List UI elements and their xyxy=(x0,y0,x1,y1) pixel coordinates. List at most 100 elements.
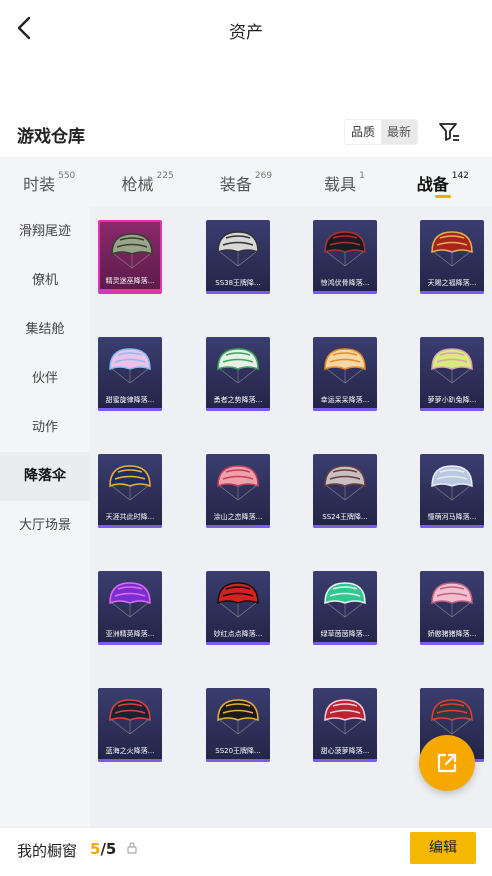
parachute-card[interactable]: 蓝海之火降落... xyxy=(98,688,162,762)
tab-label: 战备 xyxy=(416,175,449,194)
showcase-label: 我的橱窗 xyxy=(17,842,78,860)
lock-icon xyxy=(127,842,137,854)
share-button[interactable] xyxy=(419,735,475,791)
sidebar-item-lobby-scene[interactable]: 大厅场景 xyxy=(0,501,90,550)
parachute-card[interactable]: 甜蜜旋律降落... xyxy=(98,337,162,411)
rarity-bar xyxy=(206,291,270,294)
rarity-bar xyxy=(420,408,484,411)
tab-label: 载具 xyxy=(324,175,357,194)
item-name: SS38王牌降... xyxy=(215,279,261,287)
active-tab-indicator xyxy=(434,195,451,198)
showcase-total: /5 xyxy=(100,840,117,858)
sort-toggle: 品质 最新 xyxy=(344,119,418,145)
parachute-card[interactable]: 亚洲精英降落... xyxy=(98,571,162,645)
sidebar-item-partner[interactable]: 伙伴 xyxy=(0,354,90,403)
top-bar: 资产 xyxy=(0,0,492,58)
sidebar-item-parachute[interactable]: 降落伞 xyxy=(0,452,90,501)
rarity-bar xyxy=(206,642,270,645)
item-name: 绿草茵茵降落... xyxy=(320,630,370,638)
tab-fashion[interactable]: 时装 550 xyxy=(0,157,98,207)
parachute-image xyxy=(324,348,366,384)
item-name: 甜心菠萝降落... xyxy=(320,747,370,755)
item-name: 勇者之势降落... xyxy=(213,396,263,404)
sidebar: 滑翔尾迹 僚机 集结舱 伙伴 动作 降落伞 大厅场景 xyxy=(0,207,90,827)
parachute-card[interactable]: 萝萝小趴兔降... xyxy=(420,337,484,411)
parachute-image xyxy=(217,582,259,618)
edit-button[interactable]: 编辑 xyxy=(410,832,476,864)
sidebar-item-emote[interactable]: 动作 xyxy=(0,403,90,452)
parachute-card[interactable]: 勇者之势降落... xyxy=(206,337,270,411)
sidebar-item-glide-trail[interactable]: 滑翔尾迹 xyxy=(0,207,90,256)
rarity-bar xyxy=(313,759,377,762)
item-name: 亚洲精英降落... xyxy=(105,630,155,638)
parachute-image xyxy=(431,582,473,618)
parachute-card[interactable]: 妙红点点降落... xyxy=(206,571,270,645)
item-name: 娇憨猪猪降落... xyxy=(427,630,477,638)
parachute-image xyxy=(217,231,259,267)
rarity-bar xyxy=(420,525,484,528)
filter-icon xyxy=(439,123,459,141)
tab-count: 550 xyxy=(58,171,76,181)
parachute-card[interactable]: 娇憨猪猪降落... xyxy=(420,571,484,645)
parachute-card[interactable]: 幸运呆呆降落... xyxy=(313,337,377,411)
section-title: 游戏仓库 xyxy=(17,127,85,147)
parachute-image xyxy=(217,465,259,501)
parachute-image xyxy=(324,465,366,501)
item-name: 憧萌河马降落... xyxy=(427,513,477,521)
parachute-card[interactable]: 涂山之恋降落... xyxy=(206,454,270,528)
sidebar-item-wingman[interactable]: 僚机 xyxy=(0,256,90,305)
rarity-bar xyxy=(98,642,162,645)
parachute-image xyxy=(111,233,153,269)
showcase-count: 5/5 xyxy=(90,840,116,858)
item-name: SS24王牌降... xyxy=(322,513,368,521)
tab-readiness[interactable]: 战备 142 xyxy=(394,157,492,207)
bottom-bar: 我的橱窗 5/5 编辑 xyxy=(0,827,492,876)
rarity-bar xyxy=(420,291,484,294)
item-name: 蓝海之火降落... xyxy=(105,747,155,755)
parachute-image xyxy=(431,231,473,267)
item-name: 涂山之恋降落... xyxy=(213,513,263,521)
category-tabs: 时装 550 枪械 225 装备 269 载具 1 战备 142 xyxy=(0,157,492,207)
item-name: 精灵迷巫降落... xyxy=(105,277,155,285)
parachute-image xyxy=(217,699,259,735)
sort-latest-option[interactable]: 最新 xyxy=(381,120,417,144)
filter-button[interactable] xyxy=(436,119,462,145)
tab-equipment[interactable]: 装备 269 xyxy=(197,157,295,207)
tab-count: 1 xyxy=(359,171,365,181)
parachute-card[interactable]: 绿草茵茵降落... xyxy=(313,571,377,645)
rarity-bar xyxy=(420,642,484,645)
parachute-image xyxy=(109,582,151,618)
sort-quality-option[interactable]: 品质 xyxy=(345,120,381,144)
parachute-card[interactable]: 天涯共此时降... xyxy=(98,454,162,528)
tab-label: 枪械 xyxy=(121,175,154,194)
external-link-icon xyxy=(437,753,457,773)
rarity-bar xyxy=(98,408,162,411)
parachute-card[interactable]: SS38王牌降... xyxy=(206,220,270,294)
tab-count: 225 xyxy=(156,171,174,181)
parachute-card[interactable]: 天赐之福降落... xyxy=(420,220,484,294)
parachute-image xyxy=(217,348,259,384)
parachute-image xyxy=(324,582,366,618)
parachute-card[interactable]: SS20王牌降... xyxy=(206,688,270,762)
parachute-image xyxy=(431,699,473,735)
parachute-image xyxy=(324,231,366,267)
rarity-bar xyxy=(98,759,162,762)
parachute-card[interactable]: 精灵迷巫降落... xyxy=(98,220,162,294)
parachute-image xyxy=(109,699,151,735)
rarity-bar xyxy=(313,408,377,411)
rarity-bar xyxy=(313,642,377,645)
parachute-card[interactable]: SS24王牌降... xyxy=(313,454,377,528)
rarity-bar xyxy=(100,289,160,292)
item-name: 天涯共此时降... xyxy=(105,513,155,521)
rarity-bar xyxy=(206,759,270,762)
tab-label: 装备 xyxy=(219,175,252,194)
parachute-card[interactable]: 惊鸿伏骨降落... xyxy=(313,220,377,294)
parachute-card[interactable]: 憧萌河马降落... xyxy=(420,454,484,528)
tab-guns[interactable]: 枪械 225 xyxy=(98,157,196,207)
sidebar-item-pod[interactable]: 集结舱 xyxy=(0,305,90,354)
rarity-bar xyxy=(206,525,270,528)
tab-vehicles[interactable]: 载具 1 xyxy=(295,157,393,207)
parachute-card[interactable]: 甜心菠萝降落... xyxy=(313,688,377,762)
item-name: SS20王牌降... xyxy=(215,747,261,755)
rarity-bar xyxy=(98,525,162,528)
